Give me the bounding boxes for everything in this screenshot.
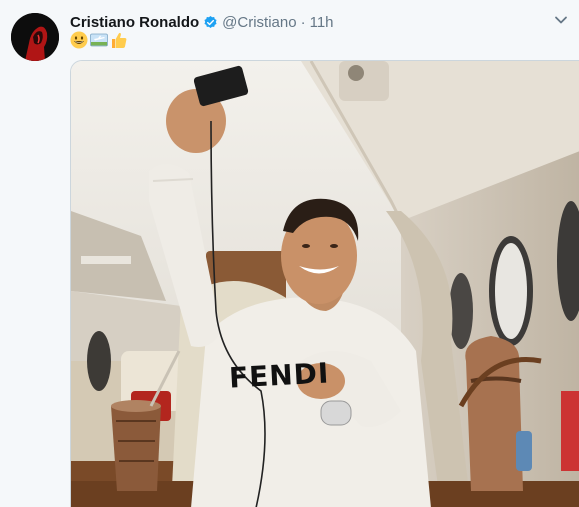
tweet-text bbox=[70, 30, 128, 50]
grinning-face-emoji bbox=[70, 31, 88, 49]
chevron-down-icon[interactable] bbox=[553, 12, 569, 28]
author-avatar[interactable] bbox=[11, 13, 59, 61]
sweater-logo-text: FENDI bbox=[228, 356, 331, 395]
tweet-photo[interactable]: FENDI bbox=[70, 60, 579, 507]
tweet-header: Cristiano Ronaldo @Cristiano · 11h bbox=[70, 12, 549, 32]
author-handle[interactable]: @Cristiano bbox=[222, 14, 296, 31]
verified-badge-icon bbox=[203, 15, 218, 30]
separator-dot: · bbox=[300, 13, 306, 31]
selfie-photo bbox=[71, 61, 579, 507]
tweet[interactable]: Cristiano Ronaldo @Cristiano · 11h FENDI bbox=[0, 0, 579, 507]
author-name[interactable]: Cristiano Ronaldo bbox=[70, 14, 199, 31]
avatar-image bbox=[11, 13, 59, 61]
tweet-timestamp[interactable]: 11h bbox=[310, 14, 334, 31]
airplane-image-emoji bbox=[90, 31, 108, 49]
thumbs-up-emoji bbox=[110, 31, 128, 49]
